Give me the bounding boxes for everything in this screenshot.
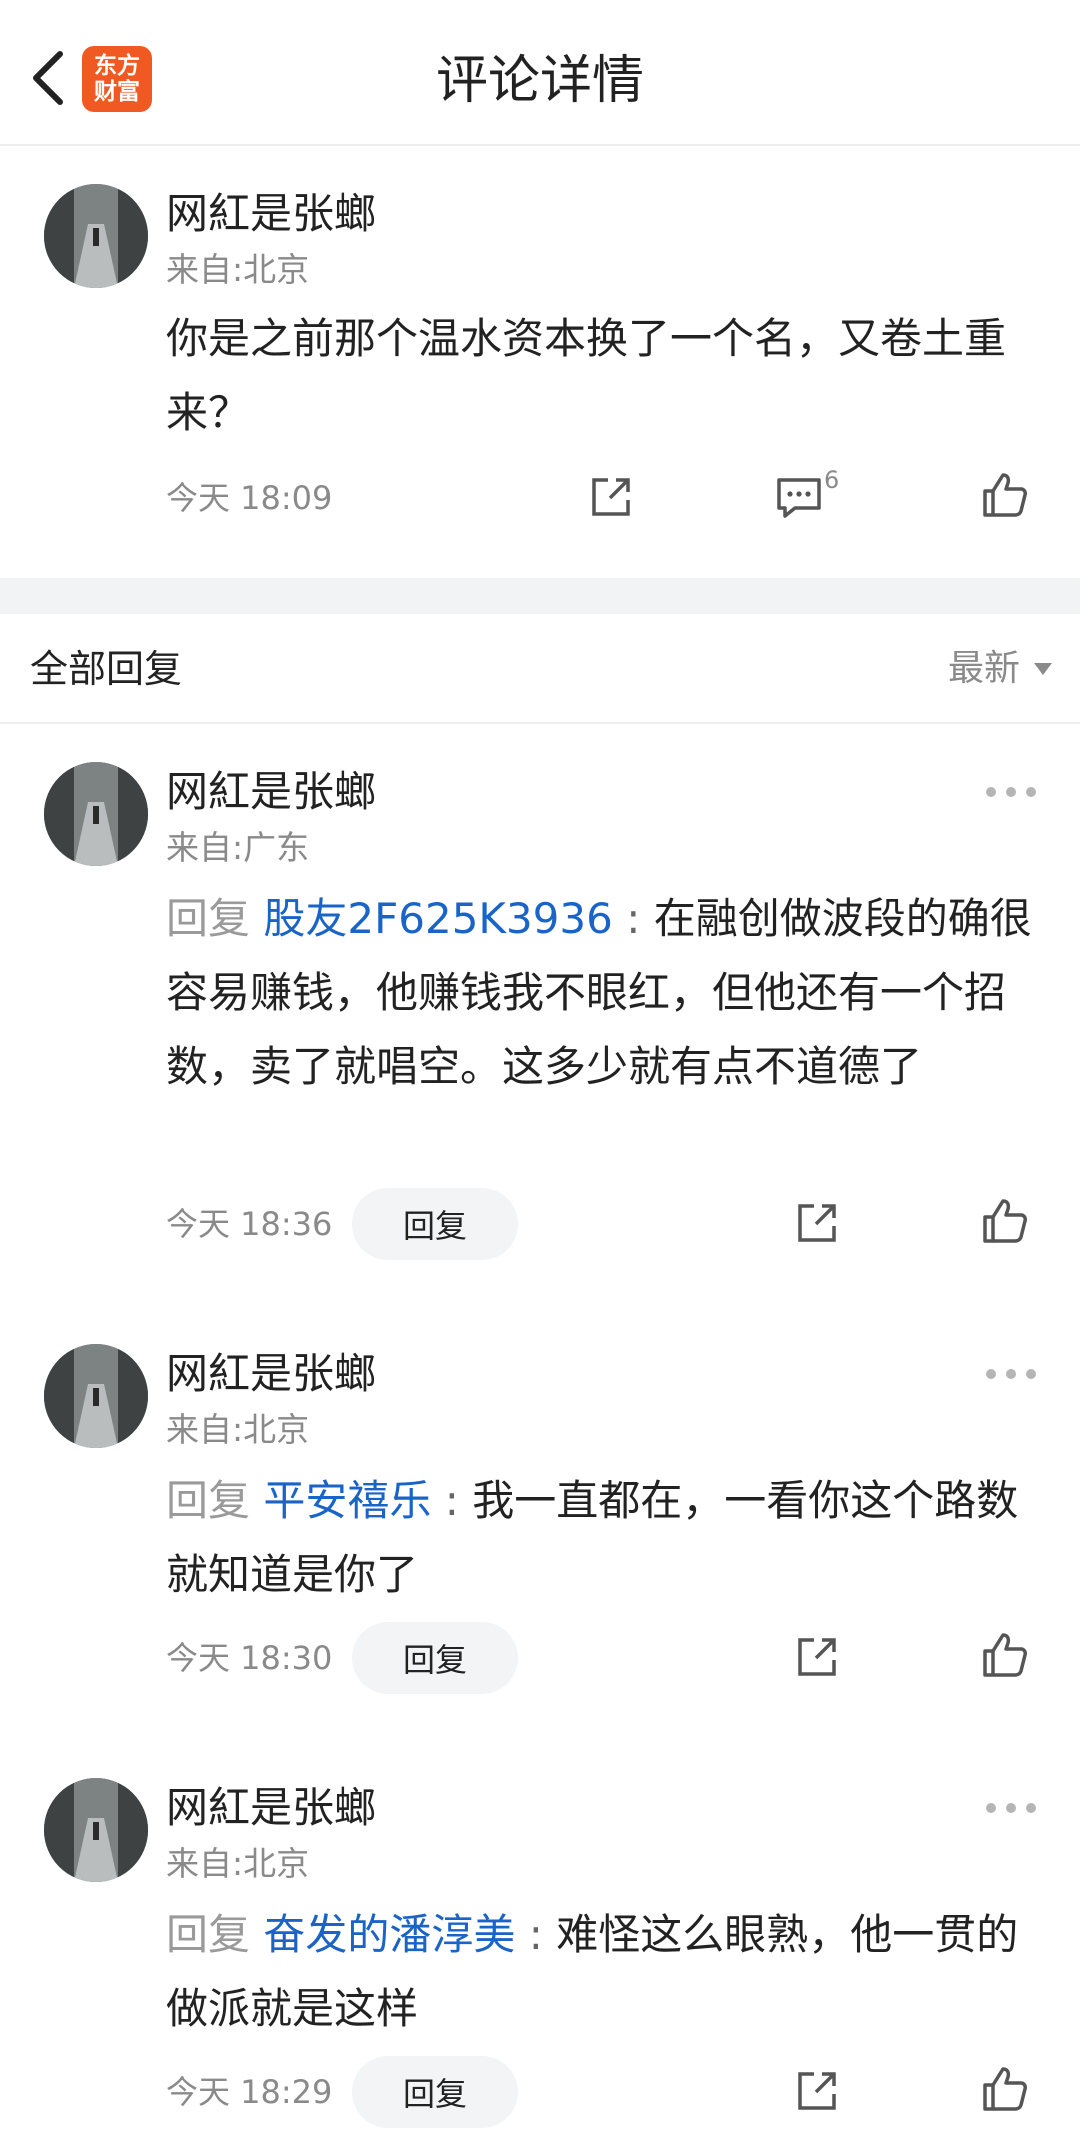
reply-button[interactable]: 回复: [352, 1622, 518, 1694]
reply-colon: :: [515, 1910, 557, 1959]
comment-text: 你是之前那个温水资本换了一个名，又卷土重来？: [166, 314, 1007, 437]
location-label: 来自:北京: [166, 1410, 310, 1449]
reply-time: 今天 18:36: [166, 1205, 333, 1243]
reply-text: 回复 平安禧乐 : 我一直都在，一看你这个路数就知道是你了: [166, 1464, 1036, 1612]
more-options-button[interactable]: [986, 784, 1036, 800]
more-options-button[interactable]: [986, 1800, 1036, 1816]
reply-time: 今天 18:29: [166, 2073, 333, 2111]
avatar[interactable]: [44, 1778, 148, 1882]
reply-text: 回复 股友2F625K3936 : 在融创做波段的确很容易赚钱，他赚钱我不眼红，…: [166, 882, 1036, 1104]
share-icon: [798, 1638, 836, 1676]
avatar[interactable]: [44, 184, 148, 288]
reply-target-user[interactable]: 股友2F625K3936: [263, 894, 612, 943]
reply-target-user[interactable]: 奋发的潘淳美: [263, 1910, 515, 1959]
avatar[interactable]: [44, 1344, 148, 1448]
page-title: 评论详情: [435, 51, 644, 111]
sort-dropdown[interactable]: 最新: [948, 644, 1052, 694]
thumbs-up-icon: [983, 1633, 1027, 1677]
sort-label: 最新: [947, 648, 1020, 689]
username[interactable]: 网紅是张螂: [166, 1346, 376, 1402]
replies-header: 全部回复 最新: [0, 614, 1080, 724]
username[interactable]: 网紅是张螂: [166, 1780, 376, 1836]
reply-prefix: 回复: [166, 894, 251, 943]
reply-button[interactable]: 回复: [352, 1188, 518, 1260]
reply-text: 回复 奋发的潘淳美 : 难怪这么眼熟，他一贯的做派就是这样: [166, 1898, 1036, 2046]
location-label: 来自:广东: [166, 828, 310, 867]
share-button[interactable]: [584, 470, 638, 524]
more-options-button[interactable]: [986, 1366, 1036, 1382]
reply-count-badge: 6: [824, 466, 840, 494]
comment-icon: [777, 478, 821, 518]
share-button[interactable]: [790, 1630, 844, 1684]
caret-down-icon: [1034, 663, 1052, 675]
like-button[interactable]: [978, 1194, 1032, 1248]
username[interactable]: 网紅是张螂: [166, 186, 376, 242]
reply-prefix: 回复: [166, 1910, 251, 1959]
comment-time: 今天 18:09: [166, 479, 333, 517]
reply-target-user[interactable]: 平安禧乐: [263, 1476, 431, 1525]
username[interactable]: 网紅是张螂: [166, 764, 376, 820]
avatar[interactable]: [44, 762, 148, 866]
share-button[interactable]: [790, 2064, 844, 2118]
thumbs-up-icon: [983, 1199, 1027, 1243]
reply-colon: :: [431, 1476, 473, 1525]
share-icon: [592, 478, 630, 516]
reply-colon: :: [612, 894, 654, 943]
reply-prefix: 回复: [166, 1476, 251, 1525]
thumbs-up-icon: [983, 2067, 1027, 2111]
top-bar: 东方 财富 评论详情: [0, 0, 1080, 146]
location-label: 来自:北京: [166, 1844, 310, 1883]
reply-button[interactable]: 回复: [352, 2056, 518, 2128]
section-divider: [0, 578, 1080, 614]
share-icon: [798, 1204, 836, 1242]
like-button[interactable]: [978, 468, 1032, 522]
reply-time: 今天 18:30: [166, 1639, 333, 1677]
comment-button[interactable]: [772, 470, 826, 524]
like-button[interactable]: [978, 1628, 1032, 1682]
share-button[interactable]: [790, 1196, 844, 1250]
like-button[interactable]: [978, 2062, 1032, 2116]
thumbs-up-icon: [983, 473, 1027, 517]
share-icon: [798, 2072, 836, 2110]
replies-title: 全部回复: [30, 647, 183, 691]
location-label: 来自:北京: [166, 250, 310, 289]
